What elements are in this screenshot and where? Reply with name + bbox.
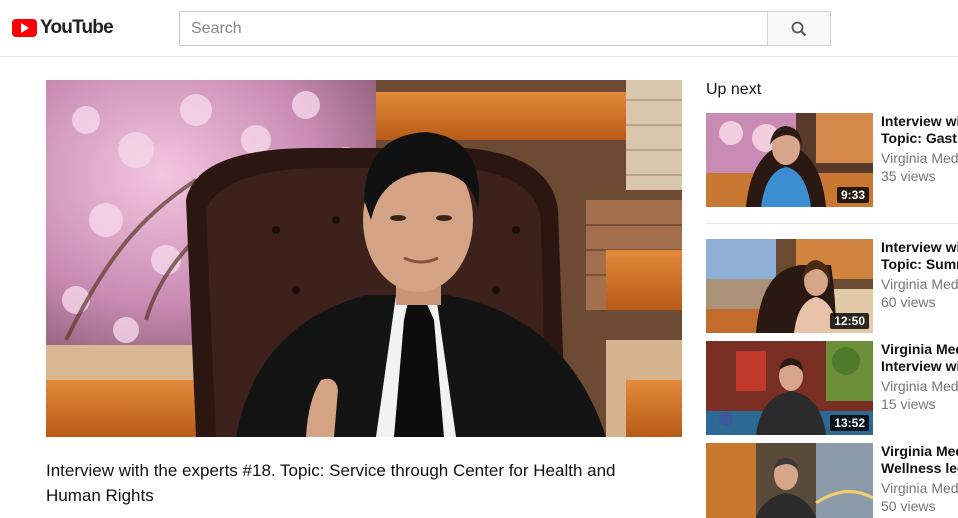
logo-text: YouTube [40, 17, 114, 38]
channel-name[interactable]: Virginia Medical Updates [881, 479, 958, 497]
duration-badge: 9:33 [836, 187, 869, 203]
video-title-line[interactable]: Topic: Gastroenterology [881, 130, 958, 147]
video-thumbnail[interactable] [706, 443, 873, 518]
recommended-video[interactable]: Virginia Medical Updates Wellness lectur… [706, 443, 958, 518]
video-title: Interview with the experts #18. Topic: S… [46, 461, 616, 505]
duration-badge: 12:50 [830, 313, 869, 329]
search-input[interactable] [180, 12, 768, 45]
recommended-video[interactable]: 9:33 Interview with the experts Topic: G… [706, 113, 958, 209]
channel-name[interactable]: Virginia Medical Updates [881, 149, 958, 167]
recommended-video[interactable]: 13:52 Virginia Medical Updates Interview… [706, 341, 958, 437]
up-next-heading: Up next [706, 81, 762, 98]
video-title-line[interactable]: Interview with the experts [881, 239, 958, 256]
view-count: 15 views [881, 396, 936, 412]
channel-name[interactable]: Virginia Medical Updates [881, 275, 958, 293]
youtube-logo[interactable]: YouTube [12, 17, 114, 39]
video-title-line[interactable]: Virginia Medical Updates [881, 341, 958, 358]
channel-name[interactable]: Virginia Medical Updates [881, 377, 958, 395]
video-title-line[interactable]: Virginia Medical Updates [881, 443, 958, 460]
video-title-line[interactable]: Interview with [881, 358, 958, 375]
video-frame [46, 80, 682, 437]
view-count: 50 views [881, 498, 936, 514]
recommended-video[interactable]: 12:50 Interview with the experts Topic: … [706, 239, 958, 335]
youtube-play-icon [12, 19, 37, 37]
search-box [179, 11, 768, 46]
video-title-line[interactable]: Wellness lecture [881, 460, 958, 477]
video-info: Interview with the experts Topic: Gastro… [881, 113, 958, 185]
video-thumbnail[interactable]: 12:50 [706, 239, 873, 333]
video-player[interactable] [46, 80, 682, 437]
video-title-line[interactable]: Topic: Summer [881, 256, 958, 273]
video-thumbnail[interactable]: 9:33 [706, 113, 873, 207]
thumbnail-image [706, 443, 873, 518]
divider [706, 223, 958, 224]
masthead: YouTube [0, 0, 958, 57]
view-count: 60 views [881, 294, 936, 310]
video-info: Virginia Medical Updates Interview with … [881, 341, 958, 413]
duration-badge: 13:52 [830, 415, 869, 431]
view-count: 35 views [881, 168, 936, 184]
video-info: Virginia Medical Updates Wellness lectur… [881, 443, 958, 515]
search-icon [791, 21, 807, 36]
video-title-line[interactable]: Interview with the experts [881, 113, 958, 130]
search-button[interactable] [767, 11, 831, 46]
video-info: Interview with the experts Topic: Summer… [881, 239, 958, 311]
video-thumbnail[interactable]: 13:52 [706, 341, 873, 435]
